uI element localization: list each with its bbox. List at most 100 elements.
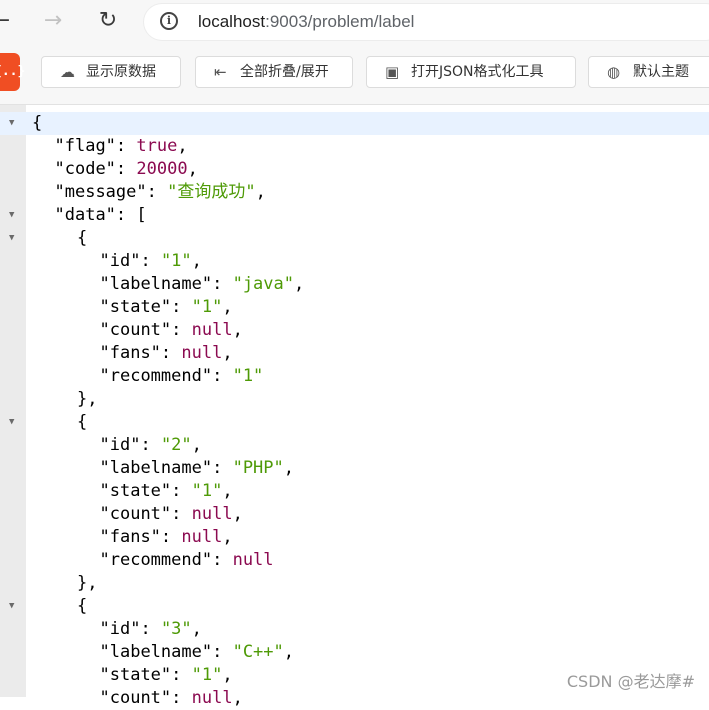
json-punctuation: }, (77, 573, 98, 593)
json-punctuation: : (212, 642, 233, 662)
collapse-label: 全部折叠/展开 (240, 64, 329, 80)
json-punctuation: : (212, 550, 233, 570)
json-punctuation: : (212, 366, 233, 386)
json-line: "fans": null, (0, 526, 709, 549)
json-line: "id": "2", (0, 434, 709, 457)
cloud-icon: ☁ (60, 63, 75, 81)
json-key: "count" (99, 320, 172, 340)
json-code: "labelname": "PHP", (100, 457, 295, 480)
json-punctuation: : (140, 251, 161, 271)
fold-toggle-icon[interactable]: ▼ (9, 595, 21, 618)
back-arrow-icon[interactable]: ← (0, 7, 16, 37)
json-code: "id": "1", (100, 250, 202, 273)
watermark: CSDN @老达摩# (566, 672, 695, 691)
url-text[interactable]: localhost:9003/problem/label (198, 12, 414, 32)
open-formatter-button[interactable]: ▣ 打开JSON格式化工具 (366, 56, 576, 88)
json-punctuation: : (171, 688, 192, 708)
json-code: "id": "2", (100, 434, 202, 457)
info-icon[interactable]: i (160, 12, 178, 30)
json-line: "labelname": "C++", (0, 641, 709, 664)
url-path: :9003/problem/label (265, 12, 415, 31)
fold-toggle-icon[interactable]: ▼ (9, 112, 21, 135)
json-value: "1" (191, 481, 223, 501)
json-key: "flag" (54, 136, 116, 156)
json-viewer-toolbar: {..} ☁ 显示原数据 ⇤ 全部折叠/展开 ▣ 打开JSON格式化工具 ◍ 默… (0, 44, 709, 105)
json-code: "data": [ (55, 204, 147, 227)
json-key: "recommend" (99, 550, 213, 570)
json-punctuation: , (232, 688, 243, 708)
json-line: "code": 20000, (0, 158, 709, 181)
json-line: "recommend": "1" (0, 365, 709, 388)
json-code: "labelname": "C++", (100, 641, 295, 664)
json-key: "fans" (99, 343, 161, 363)
json-line: "state": "1", (0, 296, 709, 319)
json-key: "fans" (99, 527, 161, 547)
json-value: true (136, 136, 178, 156)
browser-bar: ← → ↻ i localhost:9003/problem/label (0, 0, 709, 45)
json-punctuation: , (191, 251, 202, 271)
json-key: "code" (54, 159, 116, 179)
json-punctuation: : (160, 343, 182, 363)
json-key: "state" (99, 297, 172, 317)
json-file-icon: ▣ (385, 63, 400, 81)
json-punctuation: , (255, 182, 266, 202)
theme-label: 默认主题 (633, 64, 689, 80)
json-punctuation: , (232, 320, 243, 340)
json-key: "data" (54, 205, 116, 225)
json-code: "state": "1", (100, 296, 233, 319)
json-key: "message" (54, 182, 147, 202)
forward-arrow-icon[interactable]: → (38, 7, 68, 37)
json-code: "state": "1", (100, 480, 233, 503)
fold-toggle-icon[interactable]: ▼ (9, 411, 21, 434)
show-raw-button[interactable]: ☁ 显示原数据 (41, 56, 181, 88)
json-line: "fans": null, (0, 342, 709, 365)
json-code: { (32, 112, 42, 135)
json-key: "id" (99, 435, 141, 455)
json-value: "1" (191, 665, 223, 685)
json-code: "fans": null, (100, 342, 233, 365)
address-bar[interactable]: i localhost:9003/problem/label (144, 4, 709, 40)
json-value: 20000 (136, 159, 188, 179)
json-viewer: ▼{"flag": true, "code": 20000, "message": … (0, 105, 709, 708)
json-code: { (77, 227, 87, 250)
json-value: "java" (232, 274, 294, 294)
json-code: "id": "3", (100, 618, 202, 641)
json-line: ▼{ (0, 227, 709, 250)
collapse-icon: ⇤ (214, 63, 227, 81)
json-value: null (232, 550, 274, 570)
json-line: ▼{ (0, 112, 709, 135)
json-punctuation: , (294, 274, 305, 294)
json-line: "id": "1", (0, 250, 709, 273)
json-line: "flag": true, (0, 135, 709, 158)
json-line: ▼ "data": [ (0, 204, 709, 227)
json-punctuation: , (283, 642, 295, 662)
json-punctuation: : (140, 619, 161, 639)
json-key: "count" (99, 504, 172, 524)
json-key: "id" (99, 619, 141, 639)
json-code: "recommend": "1" (100, 365, 264, 388)
json-key: "id" (99, 251, 141, 271)
json-punctuation: , (222, 665, 233, 685)
json-key: "labelname" (99, 458, 213, 478)
json-line: ▼{ (0, 595, 709, 618)
json-line: "message": "查询成功", (0, 181, 709, 204)
fold-toggle-icon[interactable]: ▼ (9, 204, 21, 227)
collapse-expand-button[interactable]: ⇤ 全部折叠/展开 (195, 56, 353, 88)
json-code: "fans": null, (100, 526, 233, 549)
json-value: null (191, 504, 233, 524)
json-code: "state": "1", (100, 664, 233, 687)
json-value: null (181, 527, 223, 547)
json-punctuation: , (222, 481, 233, 501)
json-punctuation: , (191, 619, 202, 639)
reload-icon[interactable]: ↻ (93, 7, 123, 37)
json-line: "state": "1", (0, 480, 709, 503)
json-line: ▼{ (0, 411, 709, 434)
json-punctuation: , (232, 504, 243, 524)
json-code: "count": null, (100, 319, 243, 342)
json-punctuation: : [ (115, 205, 147, 225)
json-line: "labelname": "PHP", (0, 457, 709, 480)
theme-button[interactable]: ◍ 默认主题 (588, 56, 709, 88)
fold-toggle-icon[interactable]: ▼ (9, 227, 21, 250)
json-key: "recommend" (99, 366, 213, 386)
extension-logo-icon[interactable]: {..} (0, 53, 25, 91)
